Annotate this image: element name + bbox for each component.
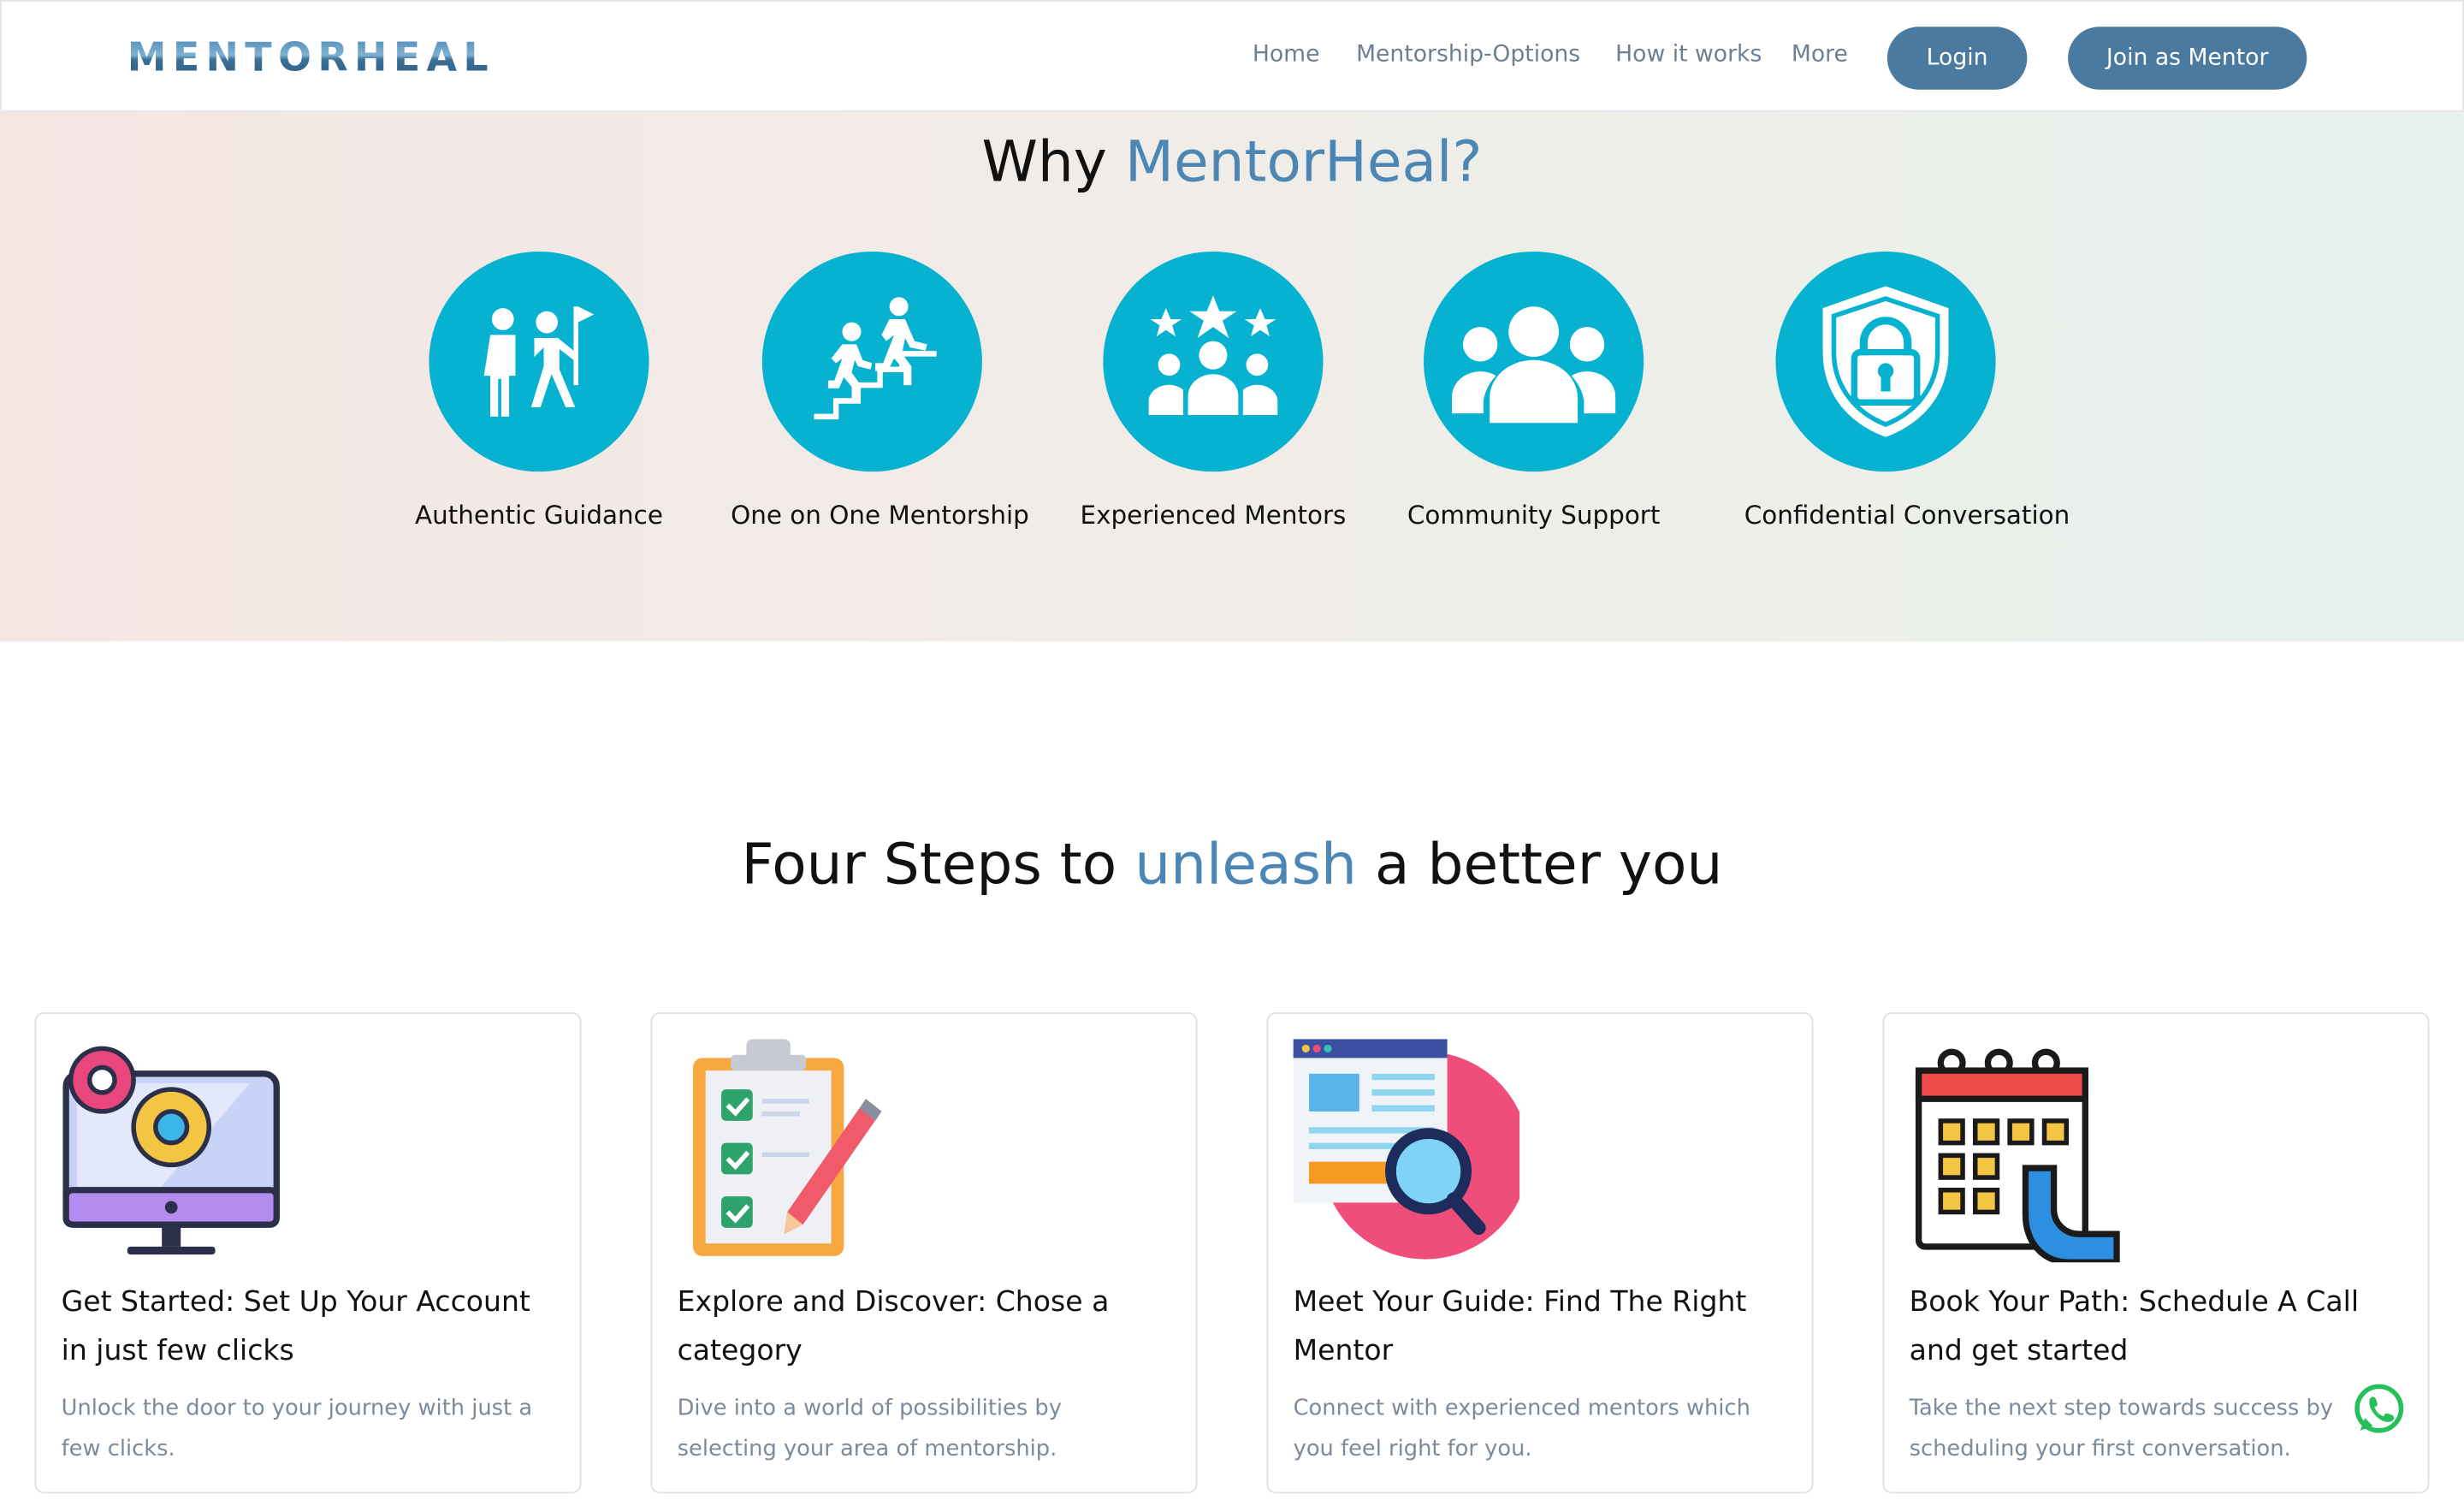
feature-label: Authentic Guidance [415, 500, 663, 531]
login-button[interactable]: Login [1886, 27, 2028, 90]
feature-one-on-one-mentorship: One on One Mentorship [731, 251, 1029, 531]
step-card-meet-guide: Meet Your Guide: Find The Right Mentor C… [1266, 1012, 1814, 1494]
feature-community-support: Community Support [1392, 251, 1675, 531]
join-as-mentor-button[interactable]: Join as Mentor [2068, 27, 2307, 90]
mentorheal-logo[interactable]: MENTORHEAL [127, 33, 495, 80]
nav-home-link[interactable]: Home [1253, 43, 1320, 68]
steps-title: Four Steps to unleash a better you [741, 833, 1723, 898]
why-section: Why MentorHeal? Authentic Guidance One o… [0, 111, 2464, 642]
feature-label: Confidential Conversation [1744, 500, 2070, 531]
step-card-title: Meet Your Guide: Find The Right Mentor [1293, 1285, 1747, 1368]
step-card-title: Book Your Path: Schedule A Call and get … [1909, 1285, 2360, 1368]
step-card-text: Dive into a world of possibilities by se… [677, 1396, 1062, 1462]
nav-more-link[interactable]: More [1792, 43, 1848, 68]
why-title: Why MentorHeal? [981, 130, 1483, 195]
feature-confidential-conversation: Confidential Conversation [1744, 251, 2070, 531]
step-card-get-started: Get Started: Set Up Your Account in just… [34, 1012, 582, 1494]
star-team-icon [1103, 251, 1324, 472]
feature-label: One on One Mentorship [731, 500, 1029, 531]
whatsapp-chat-icon[interactable] [2351, 1380, 2408, 1437]
step-card-text: Take the next step towards success by sc… [1909, 1396, 2333, 1462]
calendar-phone-icon [1910, 1036, 2135, 1266]
step-card-text: Unlock the door to your journey with jus… [61, 1396, 533, 1462]
step-card-text: Connect with experienced mentors which y… [1293, 1396, 1750, 1462]
stairs-climb-icon [761, 251, 982, 472]
clipboard-checklist-icon [678, 1036, 903, 1263]
site-header: MENTORHEAL Home Mentorship-Options How i… [0, 0, 2464, 112]
feature-label: Community Support [1407, 500, 1661, 531]
step-card-title: Get Started: Set Up Your Account in just… [61, 1285, 530, 1368]
nav-how-it-works-link[interactable]: How it works [1615, 43, 1762, 68]
guidance-icon [429, 251, 649, 472]
feature-experienced-mentors: Experienced Mentors [1072, 251, 1355, 531]
community-icon [1424, 251, 1644, 472]
step-card-title: Explore and Discover: Chose a category [677, 1285, 1110, 1368]
step-card-explore: Explore and Discover: Chose a category D… [650, 1012, 1198, 1494]
step-card-book-path: Book Your Path: Schedule A Call and get … [1882, 1012, 2430, 1494]
shield-lock-icon [1775, 251, 1996, 472]
feature-label: Experienced Mentors [1080, 500, 1347, 531]
nav-mentorship-options-link[interactable]: Mentorship-Options [1356, 43, 1580, 68]
search-page-icon [1293, 1036, 1530, 1263]
monitor-gears-icon [62, 1036, 287, 1263]
feature-authentic-guidance: Authentic Guidance [398, 251, 681, 531]
